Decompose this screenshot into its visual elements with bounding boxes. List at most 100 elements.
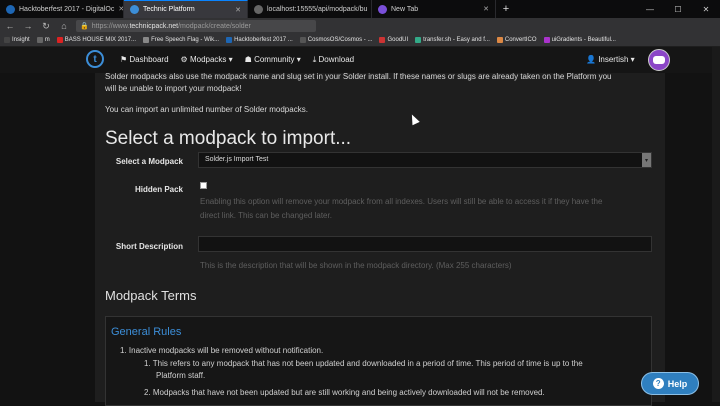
close-window-icon[interactable]: ✕ [692,0,720,18]
bookmark-label: Hacktoberfest 2017 ... [234,37,293,43]
hidden-pack-help-1: Enabling this option will remove your mo… [200,197,603,206]
bookmark-label: BASS HOUSE MIX 2017... [64,37,137,43]
new-tab-button[interactable]: + [496,0,516,18]
tab-label: Technic Platform [143,6,195,13]
tab-label: New Tab [391,5,419,13]
bookmark-uigradients[interactable]: uiGradients - Beautiful... [543,37,616,43]
github-icon [299,37,306,43]
back-icon[interactable]: ← [4,21,16,31]
terms-line: Platform staff. [156,371,206,380]
maximize-icon[interactable]: ☐ [664,0,692,18]
nav-label: Modpacks ▾ [189,55,233,64]
general-rules-title: General Rules [111,326,182,338]
bookmark-converticon[interactable]: ConvertICO [496,37,537,43]
bookmark-bass-house[interactable]: BASS HOUSE MIX 2017... [56,37,137,43]
close-tab-icon[interactable]: ✕ [235,6,241,14]
uigradients-icon [543,37,550,43]
bookmark-label: Insight [12,37,30,43]
nav-label: Community ▾ [254,55,301,64]
user-name: Insertish ▾ [598,55,635,64]
goodui-icon [379,37,386,43]
reload-icon[interactable]: ↻ [40,21,52,32]
terms-box[interactable]: General Rules 1. Inactive modpacks will … [105,316,652,406]
nav-dashboard[interactable]: ⚑ Dashboard [120,55,169,65]
tab-label: localhost:15555/api/modpack/bu [267,5,368,13]
url-prefix: https://www. [91,22,130,30]
tab-technic-platform[interactable]: Technic Platform ✕ [124,0,248,18]
short-description-help: This is the description that will be sho… [200,261,512,270]
main-content: Solder modpacks also use the modpack nam… [95,72,665,406]
firefox-icon [378,4,387,14]
modpack-terms-heading: Modpack Terms [105,288,197,303]
tab-hacktoberfest[interactable]: Hacktoberfest 2017 - DigitalOc ✕ [0,0,124,18]
hidden-pack-help-2: direct link. This can be changed later. [200,211,332,220]
bookmark-m[interactable]: m [36,37,50,43]
bookmark-free-speech[interactable]: Free Speech Flag - Wik... [143,37,219,43]
help-button[interactable]: ? Help [641,372,699,395]
lock-icon: 🔒 [80,23,89,30]
url-domain: technicpack.net [129,22,179,30]
bookmark-icon [4,37,10,43]
browser-nav-bar: ← → ↻ ⌂ 🔒 https://www. technicpack.net/mo… [0,18,720,34]
avatar-face [653,56,665,64]
tab-new-tab[interactable]: New Tab ✕ [372,0,496,18]
bookmark-label: transfer.sh - Easy and f... [423,37,490,43]
select-modpack-label: Select a Modpack [115,157,183,166]
technic-logo[interactable]: t [86,50,104,68]
page-title: Select a modpack to import... [105,128,352,149]
converticon-icon [496,37,503,43]
bookmark-label: Free Speech Flag - Wik... [151,37,220,43]
bookmark-insight[interactable]: Insight [4,37,30,43]
bookmarks-bar: Insight m BASS HOUSE MIX 2017... Free Sp… [0,34,720,47]
technic-icon [130,5,139,14]
intro-text-2: will be unable to import your modpack! [105,84,242,93]
url-bar[interactable]: 🔒 https://www. technicpack.net/modpack/cr… [76,20,316,32]
transfer-icon [415,37,422,43]
bookmark-goodui[interactable]: GoodUI [379,37,408,43]
nav-modpacks[interactable]: ⚙ Modpacks ▾ [181,55,233,65]
bookmark-label: m [44,37,50,43]
terms-line: 1. Inactive modpacks will be removed wit… [120,346,324,355]
terms-line: 1. This refers to any modpack that has n… [144,359,583,368]
modpack-select[interactable]: Solder.js Import Test ▾ [198,152,652,168]
modpack-select-value: Solder.js Import Test [205,156,269,163]
terms-line: 2. Modpacks that have not been updated b… [144,388,545,397]
intro-text-3: You can import an unlimited number of So… [105,105,308,114]
youtube-icon [56,37,63,43]
nav-download[interactable]: ⤓ Download [313,55,354,65]
nav-label: Download [318,55,355,64]
bookmark-label: CosmosOS/Cosmos - ... [307,37,373,43]
main-nav: ⚑ Dashboard ⚙ Modpacks ▾ ☗ Community ▾ ⤓… [120,55,354,65]
user-menu[interactable]: 👤 Insertish ▾ [586,55,635,64]
forward-icon[interactable]: → [22,21,34,31]
avatar[interactable] [648,49,670,71]
tab-localhost[interactable]: localhost:15555/api/modpack/bu ✕ [248,0,372,18]
short-description-label: Short Description [115,242,183,251]
site-header: t ⚑ Dashboard ⚙ Modpacks ▾ ☗ Community ▾… [0,47,720,73]
intro-text-1: Solder modpacks also use the modpack nam… [105,72,612,81]
bookmark-cosmos[interactable]: CosmosOS/Cosmos - ... [299,37,373,43]
minimize-icon[interactable]: — [636,0,664,18]
short-description-input[interactable] [198,236,652,252]
digitalocean-icon [226,37,233,43]
nav-label: Dashboard [129,55,169,64]
hidden-pack-checkbox[interactable] [200,182,207,189]
hidden-pack-label: Hidden Pack [134,185,183,194]
bookmark-label: ConvertICO [504,37,537,43]
bookmark-hacktoberfest[interactable]: Hacktoberfest 2017 ... [226,37,293,43]
bookmark-label: uiGradients - Beautiful... [551,37,616,43]
digitalocean-icon [6,4,15,14]
wikipedia-icon [143,37,150,43]
browser-tab-bar: Hacktoberfest 2017 - DigitalOc ✕ Technic… [0,0,720,18]
window-controls: — ☐ ✕ [636,0,720,18]
home-icon[interactable]: ⌂ [58,21,70,31]
url-path: /modpack/create/solder [178,22,251,30]
help-label: Help [667,378,688,389]
folder-icon [36,37,43,43]
bookmark-label: GoodUI [387,37,409,43]
bookmark-transfer[interactable]: transfer.sh - Easy and f... [415,37,490,43]
question-icon: ? [652,378,664,389]
close-tab-icon[interactable]: ✕ [483,5,489,13]
page-scrollbar[interactable] [712,47,720,402]
nav-community[interactable]: ☗ Community ▾ [245,55,301,65]
